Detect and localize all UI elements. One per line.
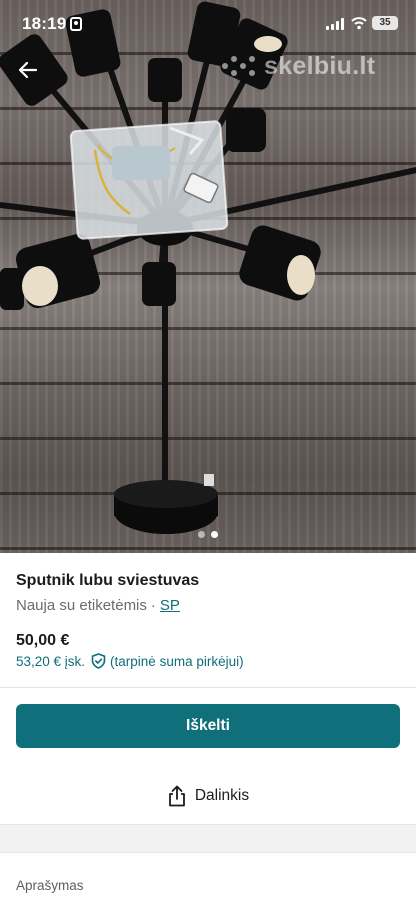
- size-link[interactable]: SP: [160, 597, 180, 614]
- protection-note: (tarpinė suma pirkėjui): [110, 653, 244, 669]
- battery-indicator: 35: [372, 16, 398, 30]
- cellular-signal-icon: [326, 18, 344, 30]
- status-bar: 18:19 35: [0, 0, 416, 48]
- condition-label: Nauja su etiketėmis: [16, 597, 147, 614]
- back-button[interactable]: [14, 56, 42, 84]
- watermark-logo-icon: [222, 54, 258, 78]
- watermark-text: skelbiu.lt: [264, 51, 376, 80]
- lamp-image: [0, 1, 416, 534]
- photo-pager: [198, 531, 218, 538]
- wifi-icon: [351, 17, 367, 30]
- shield-check-icon: [91, 653, 106, 669]
- share-icon: [168, 785, 185, 807]
- listing-price: 50,00 €: [16, 632, 70, 649]
- share-button[interactable]: Dalinkis: [0, 776, 416, 816]
- pager-dot-active: [211, 531, 218, 538]
- divider: [0, 687, 416, 688]
- total-price: 53,20 € įsk.: [16, 653, 86, 669]
- listing-info: Sputnik lubu sviestuvas Nauja su etiketė…: [16, 572, 400, 614]
- watermark: skelbiu.lt: [222, 52, 375, 80]
- share-label: Dalinkis: [194, 787, 250, 804]
- description-heading: Aprašymas: [16, 878, 84, 893]
- arrow-left-icon: [18, 61, 38, 79]
- status-time: 18:19: [22, 14, 67, 33]
- buyer-protection-price[interactable]: 53,20 € įsk. (tarpinė suma pirkėjui): [16, 653, 244, 669]
- bump-button[interactable]: Iškelti: [16, 704, 400, 748]
- separator: ·: [150, 597, 156, 614]
- listing-photo[interactable]: 18:19 35 skelbiu.lt: [0, 0, 416, 553]
- pager-dot: [198, 531, 205, 538]
- listing-subtitle: Nauja su etiketėmis · SP: [16, 597, 400, 614]
- id-card-icon: [70, 17, 82, 31]
- listing-title: Sputnik lubu sviestuvas: [16, 572, 200, 589]
- section-separator: [0, 824, 416, 853]
